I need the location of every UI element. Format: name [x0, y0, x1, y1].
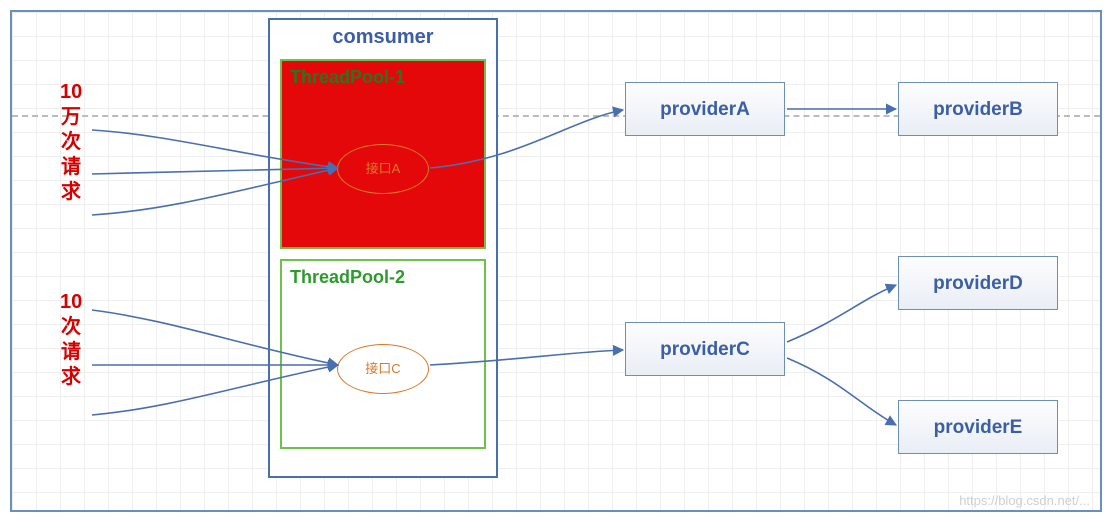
threadpool-2: ThreadPool-2 接口C — [280, 259, 486, 449]
text: 求 — [60, 180, 82, 205]
text: 求 — [60, 365, 82, 390]
provider-e: providerE — [898, 400, 1058, 454]
consumer-title: comsumer — [270, 20, 496, 53]
threadpool-2-title: ThreadPool-2 — [282, 261, 484, 288]
provider-b: providerB — [898, 82, 1058, 136]
text: 次 — [60, 315, 82, 340]
interface-a: 接口A — [337, 144, 429, 194]
provider-c: providerC — [625, 322, 785, 376]
text: 万 — [60, 105, 82, 130]
text: 次 — [60, 130, 82, 155]
interface-c: 接口C — [337, 344, 429, 394]
consumer-box: comsumer ThreadPool-1 接口A ThreadPool-2 接… — [268, 18, 498, 478]
watermark: https://blog.csdn.net/... — [959, 493, 1090, 508]
threadpool-1-title: ThreadPool-1 — [282, 61, 484, 88]
threadpool-1: ThreadPool-1 接口A — [280, 59, 486, 249]
label-100k-requests: 10 万 次 请 求 — [60, 80, 82, 205]
text: 10 — [60, 80, 82, 105]
diagram-canvas: 10 万 次 请 求 10 次 请 求 comsumer ThreadPool-… — [0, 0, 1112, 522]
text: 请 — [60, 340, 82, 365]
provider-a: providerA — [625, 82, 785, 136]
text: 请 — [60, 155, 82, 180]
provider-d: providerD — [898, 256, 1058, 310]
label-10-requests: 10 次 请 求 — [60, 290, 82, 390]
text: 10 — [60, 290, 82, 315]
